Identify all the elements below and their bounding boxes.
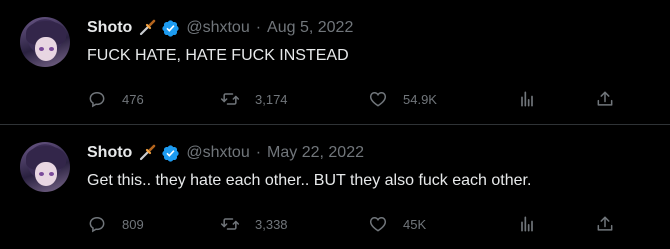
share-button[interactable]: [595, 88, 615, 110]
tweet-date[interactable]: May 22, 2022: [267, 144, 364, 162]
share-icon: [597, 91, 613, 106]
tweet-header: Shoto @shxtou · Aug 5, 2022: [87, 17, 353, 39]
analytics-button[interactable]: [517, 213, 537, 235]
tweet-header: Shoto @shxtou · May 22, 2022: [87, 142, 364, 164]
like-count: 45K: [403, 216, 427, 232]
tweet-text: Get this.. they hate each other.. BUT th…: [87, 172, 532, 189]
tweet[interactable]: Shoto @shxtou · Aug 5, 2022 FUCK HATE, H…: [0, 0, 670, 124]
analytics-icon: [521, 216, 533, 232]
verified-badge-icon[interactable]: [161, 19, 180, 38]
tweet-actions: 809 3,338 45K: [87, 213, 627, 235]
reply-button[interactable]: 809: [87, 213, 144, 235]
author-handle[interactable]: @shxtou: [186, 19, 249, 37]
tweet-actions: 476 3,174 54.9K: [87, 88, 627, 110]
retweet-button[interactable]: 3,174: [220, 88, 288, 110]
heart-icon: [369, 91, 387, 107]
dagger-icon: [140, 144, 156, 161]
reply-button[interactable]: 476: [87, 88, 144, 110]
reply-count: 809: [122, 216, 144, 232]
avatar[interactable]: [20, 17, 70, 67]
heart-icon: [369, 216, 387, 232]
reply-icon: [89, 216, 105, 233]
reply-icon: [89, 91, 105, 108]
like-count: 54.9K: [403, 91, 437, 107]
retweet-icon: [220, 93, 240, 105]
author-handle[interactable]: @shxtou: [186, 144, 249, 162]
retweet-count: 3,338: [255, 216, 288, 232]
like-button[interactable]: 45K: [368, 213, 426, 235]
verified-badge-icon[interactable]: [161, 144, 180, 163]
separator-dot: ·: [255, 144, 262, 161]
reply-count: 476: [122, 91, 144, 107]
share-icon: [597, 216, 613, 231]
dagger-icon: [140, 19, 156, 36]
author-name[interactable]: Shoto: [87, 144, 132, 162]
tweet-date[interactable]: Aug 5, 2022: [267, 19, 353, 37]
analytics-icon: [521, 91, 533, 107]
avatar[interactable]: [20, 142, 70, 192]
separator-dot: ·: [255, 19, 262, 36]
share-button[interactable]: [595, 213, 615, 235]
analytics-button[interactable]: [517, 88, 537, 110]
tweet-text: FUCK HATE, HATE FUCK INSTEAD: [87, 47, 349, 64]
retweet-count: 3,174: [255, 91, 288, 107]
retweet-button[interactable]: 3,338: [220, 213, 288, 235]
tweet[interactable]: Shoto @shxtou · May 22, 2022 Get this.. …: [0, 125, 670, 249]
author-name[interactable]: Shoto: [87, 19, 132, 37]
like-button[interactable]: 54.9K: [368, 88, 437, 110]
retweet-icon: [220, 218, 240, 230]
